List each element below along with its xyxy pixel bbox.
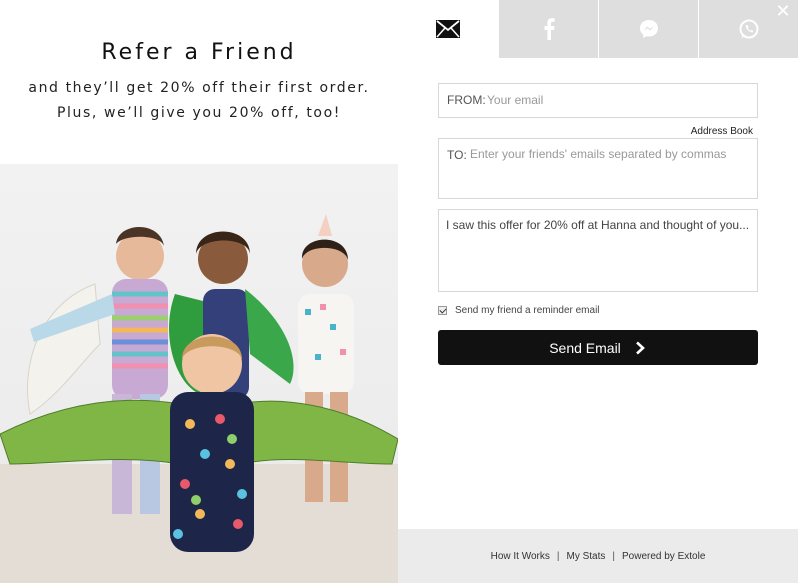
share-panel: ✕ FROM: Address Book TO: I saw this offe… [398,0,798,583]
send-email-button[interactable]: Send Email [438,330,758,365]
chevron-right-icon [635,341,645,354]
reminder-checkbox[interactable] [438,306,447,315]
promo-title: Refer a Friend [101,40,297,65]
promo-line-1: and they’ll get 20% off their first orde… [28,80,370,96]
from-email-input[interactable] [487,92,747,108]
message-input[interactable]: I saw this offer for 20% off at Hanna an… [446,216,752,286]
send-email-label: Send Email [549,339,621,356]
my-stats-link[interactable]: My Stats [566,551,605,562]
footer-separator: | [556,550,560,562]
message-field: I saw this offer for 20% off at Hanna an… [438,209,758,292]
powered-by-extole-link[interactable]: Powered by Extole [622,551,705,562]
from-field: FROM: [438,83,758,118]
tab-messenger[interactable] [599,0,698,58]
to-field: TO: [438,138,758,199]
how-it-works-link[interactable]: How It Works [491,551,550,562]
close-icon[interactable]: ✕ [774,3,792,21]
tab-email[interactable] [398,0,498,58]
reminder-option: Send my friend a reminder email [438,305,600,316]
promo-panel: Refer a Friend and they’ll get 20% off t… [0,0,398,583]
facebook-icon [544,18,555,40]
promo-line-2: Plus, we’ll give you 20% off, too! [57,105,341,121]
tab-facebook[interactable] [499,0,598,58]
messenger-icon [639,20,658,38]
whatsapp-icon [739,19,758,39]
to-emails-input[interactable] [470,147,754,191]
to-label: TO: [447,148,467,162]
envelope-icon [436,20,460,38]
footer: How It Works | My Stats | Powered by Ext… [398,529,798,583]
kids-pajamas-photo [0,164,398,583]
reminder-label: Send my friend a reminder email [455,305,600,316]
from-label: FROM: [447,93,486,107]
share-tabs: ✕ [398,0,798,58]
footer-separator: | [612,550,615,562]
address-book-link[interactable]: Address Book [691,126,753,137]
